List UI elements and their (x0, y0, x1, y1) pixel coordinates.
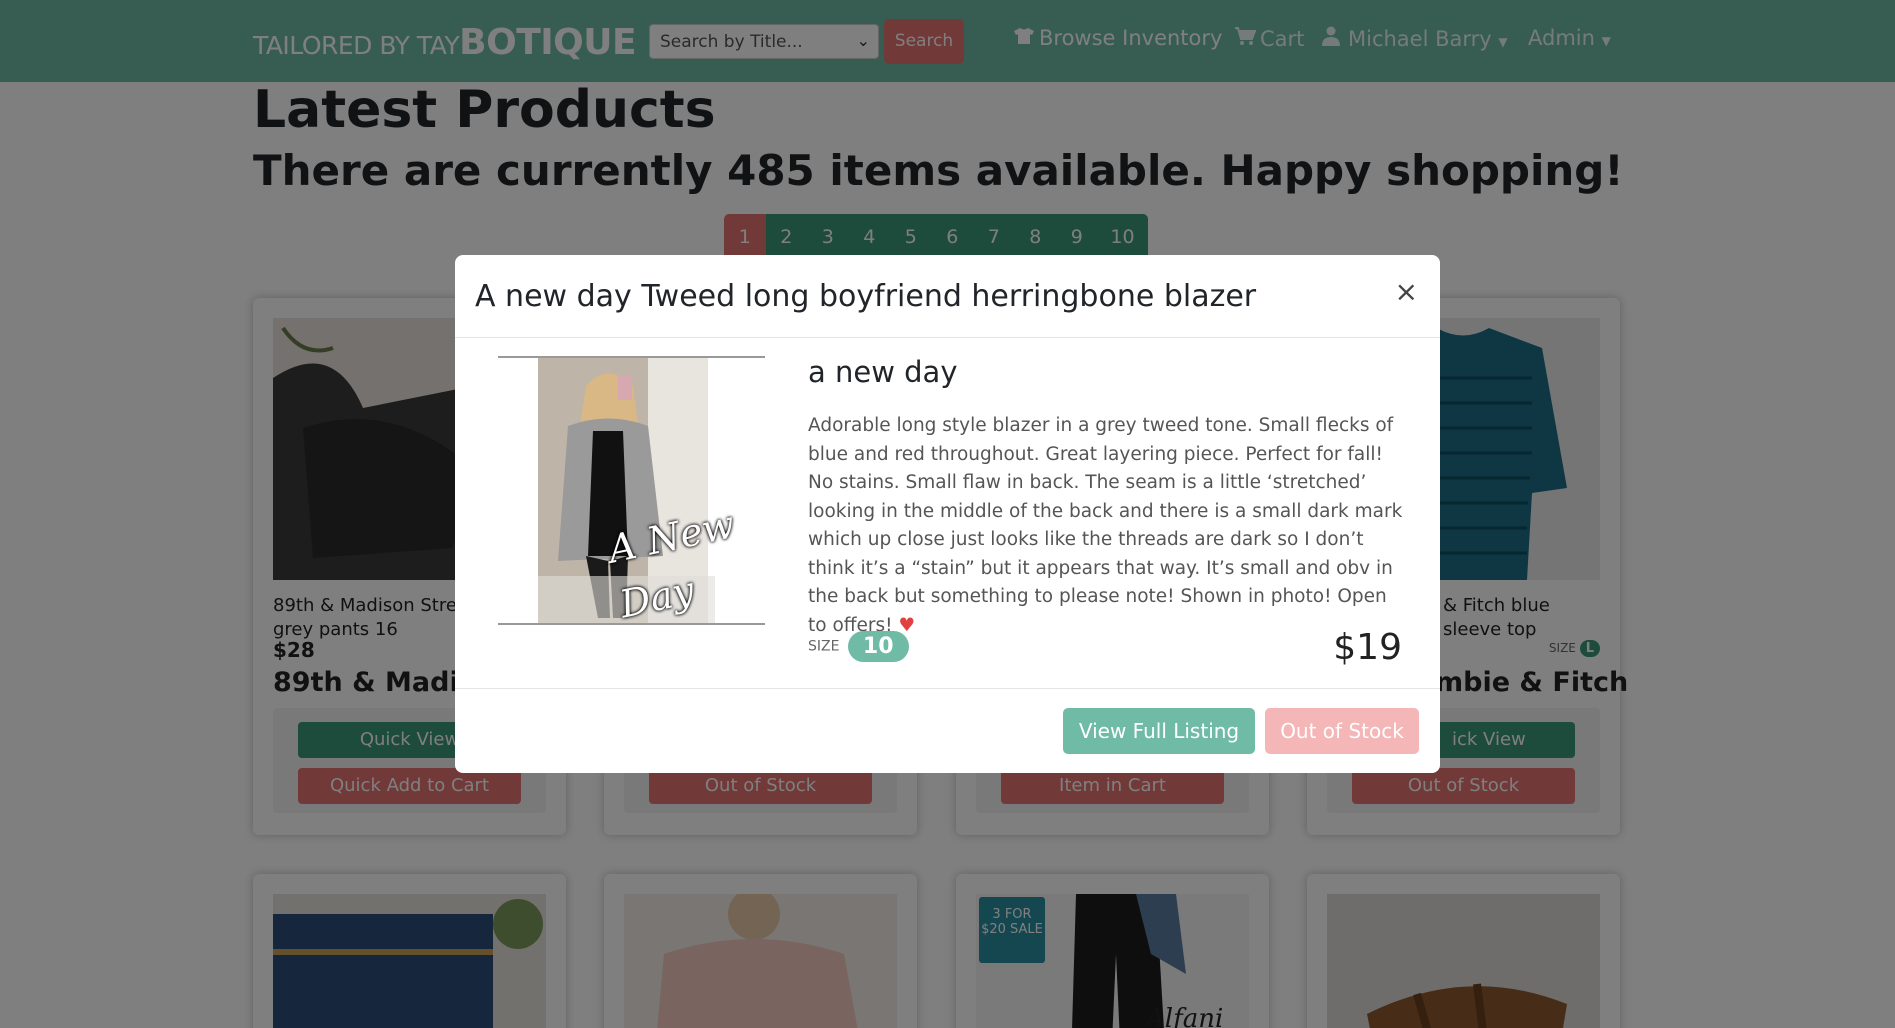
modal-title: A new day Tweed long boyfriend herringbo… (475, 279, 1257, 314)
modal-price: $19 (1333, 627, 1402, 668)
quick-view-modal: A new day Tweed long boyfriend herringbo… (455, 255, 1440, 773)
modal-brand: a new day (808, 355, 958, 389)
out-of-stock-button[interactable]: Out of Stock (1265, 708, 1419, 754)
size-badge: SIZE 10 (808, 631, 909, 662)
description-text: Adorable long style blazer in a grey twe… (808, 415, 1403, 636)
divider (455, 688, 1440, 689)
product-image[interactable]: A New Day (498, 356, 765, 627)
view-full-listing-button[interactable]: View Full Listing (1063, 708, 1255, 754)
divider (455, 337, 1440, 338)
close-icon[interactable]: × (1395, 275, 1418, 308)
size-label: SIZE (808, 638, 840, 655)
modal-description: Adorable long style blazer in a grey twe… (808, 412, 1408, 640)
size-value: 10 (847, 631, 909, 662)
